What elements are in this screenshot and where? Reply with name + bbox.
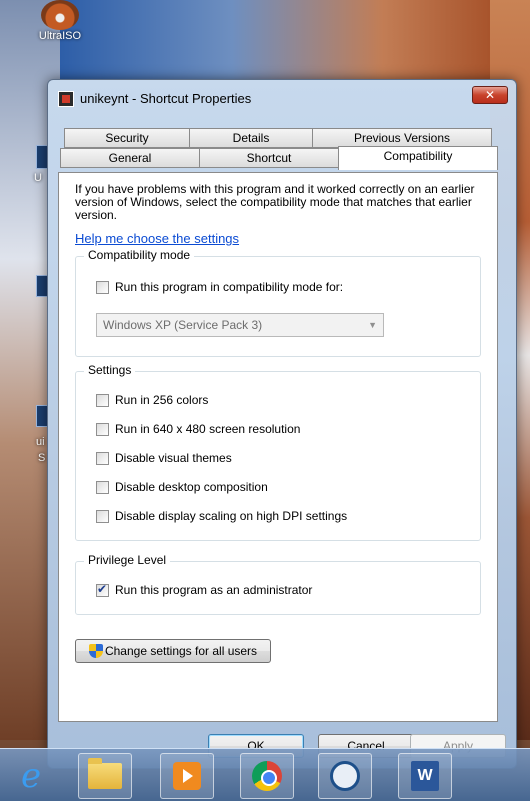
desktop-icon-label: UltraISO xyxy=(38,30,82,42)
setting-disable-dpi-scaling[interactable]: Disable display scaling on high DPI sett… xyxy=(96,508,347,524)
selected-value: Windows XP (Service Pack 3) xyxy=(103,318,263,332)
checkbox[interactable] xyxy=(96,509,109,523)
checkbox-label: Run this program as an administrator xyxy=(115,583,313,597)
help-link[interactable]: Help me choose the settings xyxy=(75,231,239,246)
tab-shortcut[interactable]: Shortcut xyxy=(199,148,339,168)
desktop-icon-label-partial: ui xyxy=(36,436,45,448)
sync-app-icon xyxy=(330,761,360,791)
checkbox[interactable] xyxy=(96,451,109,465)
internet-explorer-icon: e xyxy=(20,756,42,796)
button-label: Change settings for all users xyxy=(104,644,258,658)
checkbox-label: Disable desktop composition xyxy=(115,480,268,494)
setting-disable-visual-themes[interactable]: Disable visual themes xyxy=(96,450,232,466)
settings-group: Settings Run in 256 colors Run in 640 x … xyxy=(75,363,481,541)
checkbox[interactable] xyxy=(96,393,109,407)
title-bar[interactable]: unikeynt - Shortcut Properties ✕ xyxy=(48,80,516,116)
desktop-icon-label-partial: U xyxy=(34,172,42,184)
tab-general[interactable]: General xyxy=(60,148,200,168)
taskbar-sync-app[interactable] xyxy=(318,753,372,799)
setting-640x480[interactable]: Run in 640 x 480 screen resolution xyxy=(96,421,300,437)
checkbox-label: Run in 256 colors xyxy=(115,393,209,407)
group-label: Settings xyxy=(84,363,136,377)
properties-dialog: unikeynt - Shortcut Properties ✕ Securit… xyxy=(47,79,517,769)
chevron-down-icon: ▼ xyxy=(368,320,377,330)
intro-text: If you have problems with this program a… xyxy=(75,182,475,222)
uac-shield-icon xyxy=(88,644,103,658)
checkbox-label: Disable visual themes xyxy=(115,451,232,465)
os-select[interactable]: Windows XP (Service Pack 3) ▼ xyxy=(96,313,384,337)
compat-mode-checkbox[interactable] xyxy=(96,280,109,294)
checkbox[interactable] xyxy=(96,480,109,494)
taskbar-file-explorer[interactable] xyxy=(78,753,132,799)
disc-icon xyxy=(41,0,79,30)
setting-disable-desktop-composition[interactable]: Disable desktop composition xyxy=(96,479,268,495)
checkbox-label: Run this program in compatibility mode f… xyxy=(115,280,344,294)
checkbox-label: Disable display scaling on high DPI sett… xyxy=(115,509,348,523)
tab-compatibility[interactable]: Compatibility xyxy=(338,146,498,170)
compat-mode-checkbox-row[interactable]: Run this program in compatibility mode f… xyxy=(96,279,343,295)
taskbar-chrome[interactable] xyxy=(240,753,294,799)
taskbar-word[interactable]: W xyxy=(398,753,452,799)
word-icon: W xyxy=(411,761,439,791)
taskbar-media-player[interactable] xyxy=(160,753,214,799)
compatibility-panel: If you have problems with this program a… xyxy=(58,172,498,722)
compatibility-mode-group: Compatibility mode Run this program in c… xyxy=(75,248,481,357)
tab-control: Security Details Previous Versions Gener… xyxy=(58,116,498,722)
group-label: Privilege Level xyxy=(84,553,171,567)
window-title: unikeynt - Shortcut Properties xyxy=(80,91,252,106)
privilege-level-group: Privilege Level Run this program as an a… xyxy=(75,553,481,615)
desktop-icon-ultraiso[interactable]: UltraISO xyxy=(30,0,90,42)
wallpaper-top xyxy=(60,0,490,80)
close-button[interactable]: ✕ xyxy=(472,86,508,104)
tab-security[interactable]: Security xyxy=(64,128,190,148)
checkbox-label: Run in 640 x 480 screen resolution xyxy=(115,422,301,436)
desktop-icon-label-partial: S xyxy=(38,452,46,464)
change-settings-all-users-button[interactable]: Change settings for all users xyxy=(75,639,271,663)
run-as-admin-checkbox[interactable] xyxy=(96,582,109,597)
checkbox[interactable] xyxy=(96,422,109,436)
setting-256-colors[interactable]: Run in 256 colors xyxy=(96,392,208,408)
file-explorer-icon xyxy=(88,758,122,789)
taskbar-internet-explorer[interactable]: e xyxy=(4,753,58,799)
run-as-admin-row[interactable]: Run this program as an administrator xyxy=(96,582,312,598)
tab-details[interactable]: Details xyxy=(189,128,313,148)
shortcut-app-icon xyxy=(58,91,74,107)
tab-previous-versions[interactable]: Previous Versions xyxy=(312,128,492,148)
taskbar: e W xyxy=(0,748,530,801)
group-label: Compatibility mode xyxy=(84,248,195,262)
chrome-icon xyxy=(252,761,282,791)
media-player-icon xyxy=(173,762,201,790)
